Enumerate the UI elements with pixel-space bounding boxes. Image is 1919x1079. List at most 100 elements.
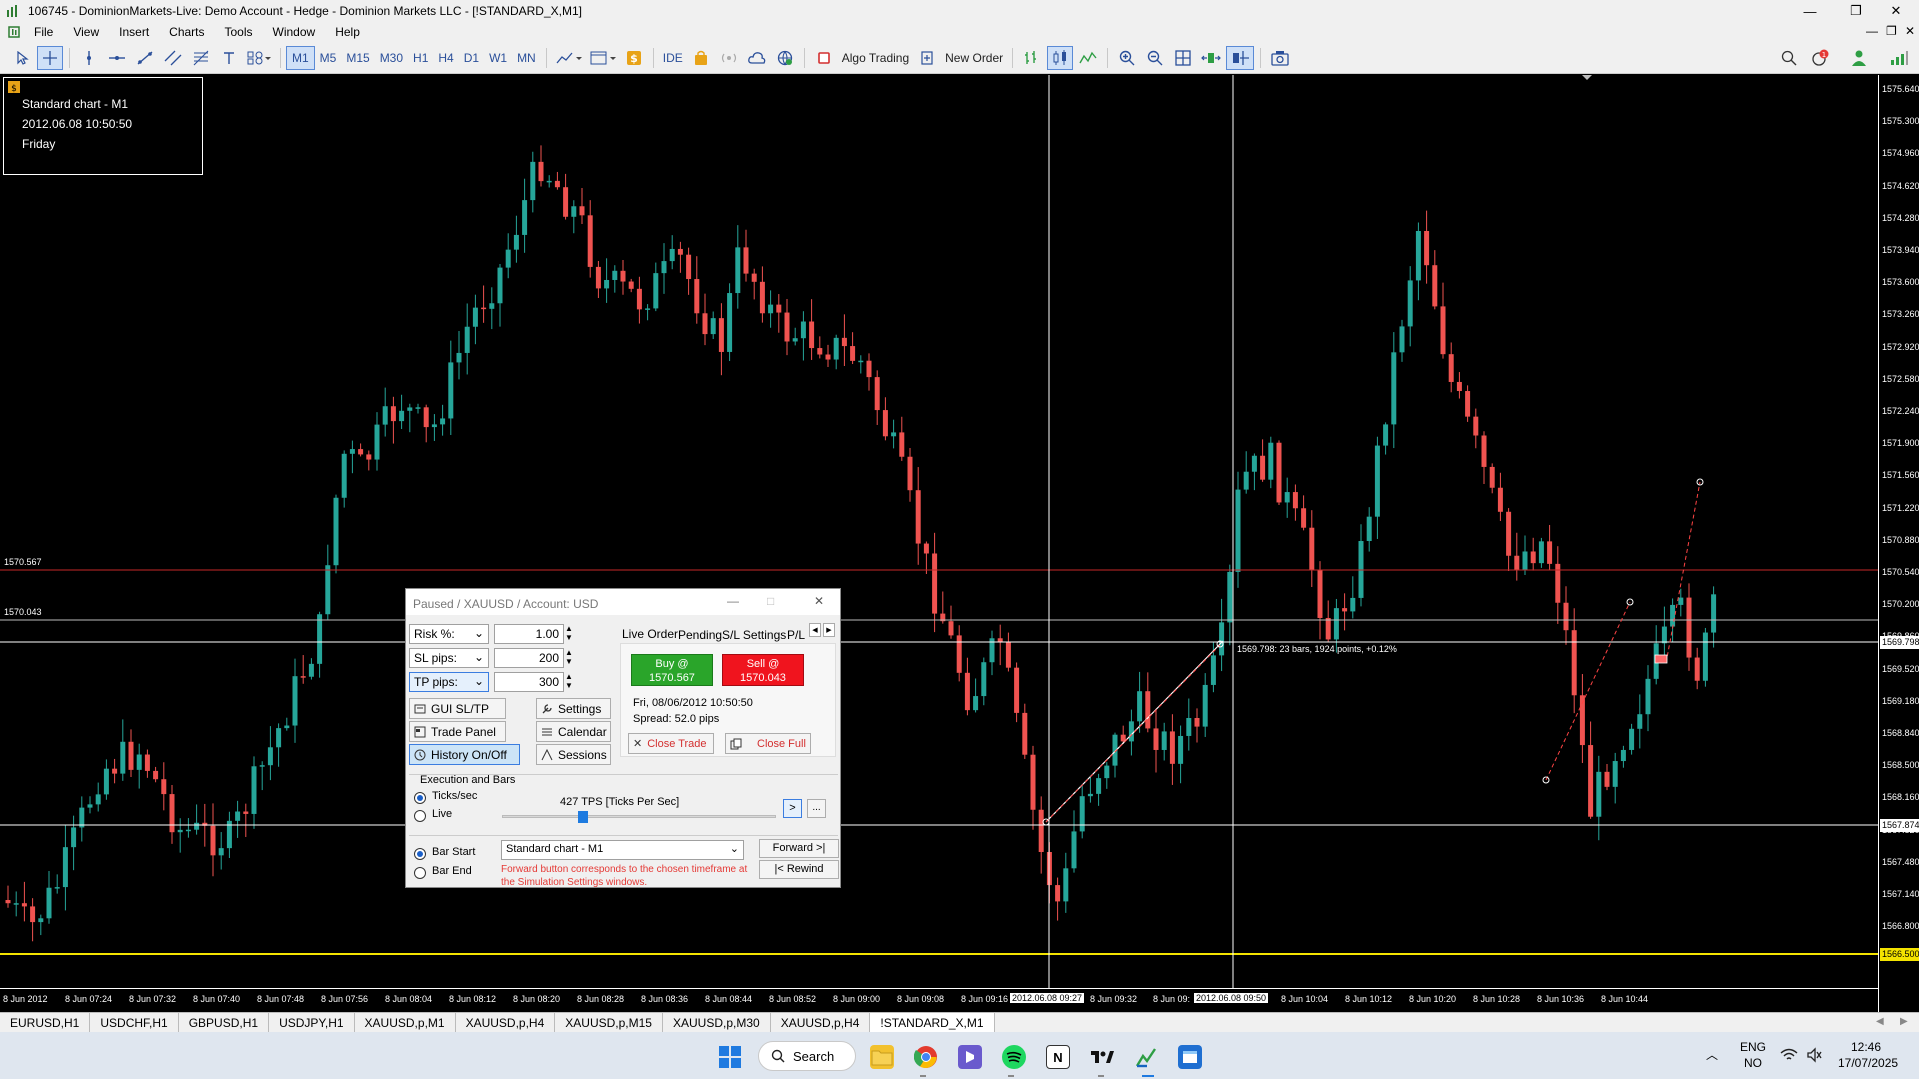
chrome-icon[interactable] xyxy=(914,1045,938,1069)
tab-xauusd-m30[interactable]: XAUUSD,p,M30 xyxy=(663,1012,771,1033)
notion-icon[interactable]: N xyxy=(1046,1045,1070,1069)
algo-trading-button[interactable]: Algo Trading xyxy=(838,46,913,70)
line-chart-icon[interactable] xyxy=(1075,46,1101,70)
risk-select[interactable]: Risk %: ⌄ xyxy=(409,624,489,644)
close-trade-button[interactable]: ✕ Close Trade xyxy=(628,733,714,754)
tps-slider-thumb[interactable] xyxy=(578,811,588,823)
timeframe-m30[interactable]: M30 xyxy=(375,46,408,70)
gui-sltp-button[interactable]: GUI SL/TP xyxy=(409,698,506,719)
mdi-restore-button[interactable]: ❐ xyxy=(1886,24,1897,38)
tab-usdchf-h1[interactable]: USDCHF,H1 xyxy=(90,1012,179,1033)
timeframe-m1[interactable]: M1 xyxy=(286,45,315,70)
mdi-minimize-button[interactable]: — xyxy=(1866,24,1878,38)
start-icon[interactable] xyxy=(718,1045,742,1069)
taskbar-search[interactable]: Search xyxy=(758,1041,856,1071)
tab-scroll-right-icon[interactable]: ▶ xyxy=(823,623,835,637)
chart-selector[interactable]: Standard chart - M1 ⌄ xyxy=(501,840,744,860)
tray-chevron-icon[interactable]: ︿ xyxy=(1706,1047,1718,1063)
panel-minimize-button[interactable]: — xyxy=(727,594,739,608)
tab-xauusd-h4-2[interactable]: XAUUSD,p,H4 xyxy=(771,1012,871,1033)
zoom-out-icon[interactable] xyxy=(1142,46,1168,70)
algo-trading-stop-icon[interactable] xyxy=(811,46,837,70)
new-order-icon[interactable] xyxy=(914,46,940,70)
tab-sl-settings[interactable]: S/L Settings xyxy=(722,628,786,642)
tab-usdjpy-h1[interactable]: USDJPY,H1 xyxy=(269,1012,355,1033)
chart-type-icon[interactable] xyxy=(553,46,585,70)
menu-charts[interactable]: Charts xyxy=(159,25,214,39)
chart-shift-icon[interactable] xyxy=(1226,45,1255,70)
wifi-icon[interactable] xyxy=(1780,1048,1798,1062)
notifications-icon[interactable]: 1 xyxy=(1807,46,1833,70)
trendline-icon[interactable] xyxy=(132,46,158,70)
settings-button[interactable]: Settings xyxy=(536,698,611,719)
tab-pending[interactable]: Pending xyxy=(678,628,722,642)
timeframe-m15[interactable]: M15 xyxy=(341,46,374,70)
cloud-icon[interactable] xyxy=(744,46,770,70)
volume-muted-icon[interactable] xyxy=(1806,1047,1822,1063)
metatrader-icon[interactable] xyxy=(1134,1045,1158,1069)
timeframe-h1[interactable]: H1 xyxy=(408,46,433,70)
ticks-radio[interactable] xyxy=(414,792,426,804)
rewind-button[interactable]: |< Rewind xyxy=(759,860,839,879)
tradingview-icon[interactable] xyxy=(1090,1045,1114,1069)
forward-button[interactable]: Forward >| xyxy=(759,839,839,858)
more-button[interactable]: ... xyxy=(807,799,826,818)
panel-close-button[interactable]: ✕ xyxy=(814,594,824,608)
close-full-button[interactable]: Close Full xyxy=(725,733,811,754)
cursor-icon[interactable] xyxy=(9,46,35,70)
next-button[interactable]: > xyxy=(783,799,802,818)
mdi-close-button[interactable]: ✕ xyxy=(1905,24,1915,38)
language-indicator[interactable]: ENG NO xyxy=(1740,1039,1766,1071)
timeframe-m5[interactable]: M5 xyxy=(315,46,342,70)
tab-eurusd-h1[interactable]: EURUSD,H1 xyxy=(0,1012,91,1033)
history-toggle-button[interactable]: History On/Off xyxy=(409,744,520,765)
tab-pl[interactable]: P/L xyxy=(787,628,805,642)
calendar-button[interactable]: Calendar xyxy=(536,721,611,742)
fibonacci-icon[interactable] xyxy=(188,46,214,70)
tps-slider-track[interactable] xyxy=(502,815,776,818)
risk-spinner[interactable]: ▲ ▼ xyxy=(565,624,573,642)
account-icon[interactable] xyxy=(1847,46,1873,70)
signals-icon[interactable] xyxy=(716,46,742,70)
dollar-icon[interactable]: $ xyxy=(621,46,647,70)
sl-input[interactable]: 200 xyxy=(494,648,564,668)
app-purple-icon[interactable] xyxy=(958,1045,982,1069)
sl-select[interactable]: SL pips: ⌄ xyxy=(409,648,489,668)
timeframe-h4[interactable]: H4 xyxy=(433,46,458,70)
timeframe-d1[interactable]: D1 xyxy=(459,46,484,70)
ide-button[interactable]: IDE xyxy=(659,46,687,70)
menu-help[interactable]: Help xyxy=(325,25,370,39)
horizontal-line-icon[interactable] xyxy=(104,46,130,70)
chart-canvas[interactable] xyxy=(0,75,1919,1015)
minimize-button[interactable]: — xyxy=(1787,0,1833,22)
timeframe-w1[interactable]: W1 xyxy=(484,46,512,70)
vps-globe-icon[interactable] xyxy=(772,46,798,70)
shapes-dropdown-icon[interactable] xyxy=(244,46,274,70)
vertical-line-icon[interactable] xyxy=(76,46,102,70)
search-icon[interactable] xyxy=(1776,46,1802,70)
menu-window[interactable]: Window xyxy=(263,25,326,39)
menu-tools[interactable]: Tools xyxy=(215,25,263,39)
text-icon[interactable] xyxy=(216,46,242,70)
trade-panel-button[interactable]: Trade Panel xyxy=(409,721,506,742)
tabs-scroll-left-icon[interactable]: ◀ xyxy=(1876,1016,1884,1027)
tile-windows-icon[interactable] xyxy=(1170,46,1196,70)
tab-live-order[interactable]: Live Order xyxy=(622,627,678,641)
tab-xauusd-m15[interactable]: XAUUSD,p,M15 xyxy=(555,1012,663,1033)
sl-spinner[interactable]: ▲ ▼ xyxy=(565,648,573,666)
menu-insert[interactable]: Insert xyxy=(109,25,159,39)
zoom-in-icon[interactable] xyxy=(1114,46,1140,70)
price-chart[interactable] xyxy=(0,75,1919,1015)
new-order-button[interactable]: New Order xyxy=(941,46,1007,70)
autoscroll-icon[interactable] xyxy=(1198,46,1224,70)
signal-bars-icon[interactable] xyxy=(1886,46,1912,70)
close-window-button[interactable]: ✕ xyxy=(1873,0,1919,22)
clock[interactable]: 12:46 17/07/2025 xyxy=(1838,1039,1898,1071)
market-bag-icon[interactable] xyxy=(688,46,714,70)
tabs-scroll-right-icon[interactable]: ▶ xyxy=(1900,1016,1908,1027)
sell-button[interactable]: Sell @ 1570.043 xyxy=(722,654,804,686)
candlestick-icon[interactable] xyxy=(1047,45,1074,70)
channel-icon[interactable] xyxy=(160,46,186,70)
template-icon[interactable] xyxy=(587,46,619,70)
tp-input[interactable]: 300 xyxy=(494,672,564,692)
